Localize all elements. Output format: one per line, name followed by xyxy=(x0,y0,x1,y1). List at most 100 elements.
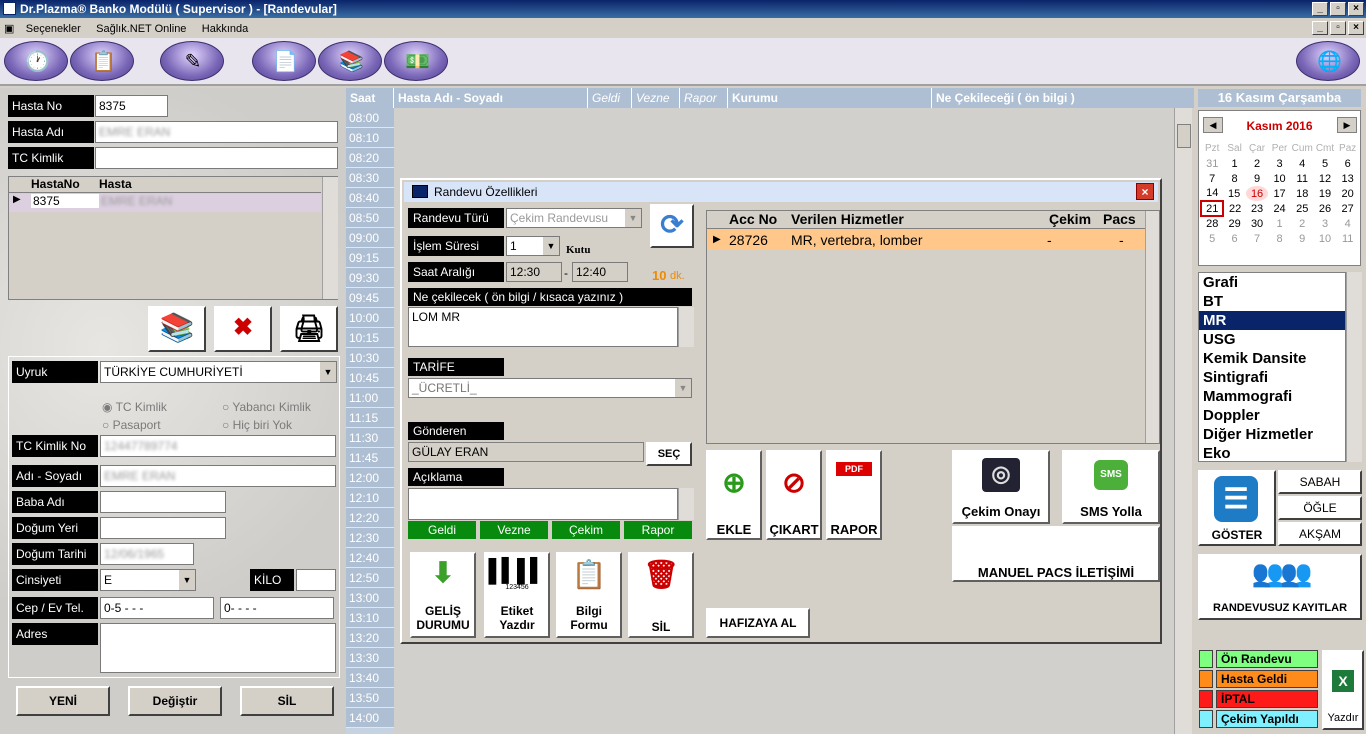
calendar-day[interactable]: 19 xyxy=(1314,186,1337,201)
calendar-day[interactable]: 29 xyxy=(1223,216,1245,231)
hasta-adi-input[interactable]: EMRE ERAN xyxy=(95,121,338,143)
aciklama-textarea[interactable] xyxy=(408,488,678,520)
menu-saglik-net[interactable]: Sağlık.NET Online xyxy=(90,19,192,39)
aciklama-scrollbar[interactable] xyxy=(678,488,694,520)
folders-tool-button[interactable]: 📚 xyxy=(318,41,382,81)
tarife-select[interactable]: _ÜCRETLİ_ ▼ xyxy=(408,378,692,398)
clock-tool-button[interactable]: 🕐 xyxy=(4,41,68,81)
saat-baslangic-input[interactable]: 12:30 xyxy=(506,262,562,282)
refresh-button[interactable]: ⟳ xyxy=(650,204,694,248)
menu-secenekler[interactable]: Seçenekler xyxy=(20,19,87,39)
radio-tc-kimlik[interactable]: ◉ TC Kimlik xyxy=(102,400,167,414)
calendar-day[interactable]: 7 xyxy=(1201,171,1223,186)
modality-item[interactable]: MR xyxy=(1199,311,1345,330)
tc-kimlik-input[interactable] xyxy=(95,147,338,169)
saat-bitis-input[interactable]: 12:40 xyxy=(572,262,628,282)
mdi-minimize-button[interactable]: _ xyxy=(1312,21,1328,35)
radio-pasaport[interactable]: ○ Pasaport xyxy=(102,418,161,432)
scrollbar-thumb[interactable] xyxy=(1177,124,1191,148)
tc-kimlik-no-input[interactable]: 12447789774 xyxy=(100,435,336,457)
calendar-day[interactable]: 13 xyxy=(1336,171,1359,186)
ev-tel-input[interactable]: 0- - - - xyxy=(220,597,334,619)
randevu-turu-select[interactable]: Çekim Randevusu ▼ xyxy=(506,208,642,228)
next-month-button[interactable]: ▶ xyxy=(1337,117,1357,133)
sabah-button[interactable]: SABAH xyxy=(1278,470,1362,494)
calendar-day[interactable]: 21 xyxy=(1199,200,1225,217)
patient-grid-scrollbar[interactable] xyxy=(322,177,338,299)
sil-button[interactable]: SİL xyxy=(240,686,334,716)
randevusuz-kayitlar-button[interactable]: 👥👥 RANDEVUSUZ KAYITLAR xyxy=(1198,554,1362,620)
adres-textarea[interactable] xyxy=(100,623,336,673)
mdi-icon[interactable]: ▣ xyxy=(0,19,16,39)
dialog-close-button[interactable]: × xyxy=(1136,183,1154,200)
calendar-day[interactable]: 8 xyxy=(1268,231,1290,246)
islem-suresi-select[interactable]: 1 ▼ xyxy=(506,236,560,256)
calendar-day[interactable]: 11 xyxy=(1336,231,1359,246)
close-button[interactable]: × xyxy=(1348,2,1364,16)
calendar-day[interactable]: 3 xyxy=(1314,216,1337,231)
cekim-onayi-button[interactable]: ◎ Çekim Onayı xyxy=(952,450,1050,524)
calendar-day[interactable]: 3 xyxy=(1268,156,1290,171)
modality-item[interactable]: USG xyxy=(1199,330,1345,349)
calendar-day[interactable]: 1 xyxy=(1223,156,1245,171)
bilgi-formu-button[interactable]: 📋 Bilgi Formu xyxy=(556,552,622,638)
report-tool-button[interactable]: 📄 xyxy=(252,41,316,81)
calendar-day[interactable]: 31 xyxy=(1201,156,1223,171)
uyruk-select[interactable]: TÜRKİYE CUMHURİYETİ ▼ xyxy=(100,361,337,383)
calendar-day[interactable]: 18 xyxy=(1291,186,1314,201)
calendar-day[interactable]: 6 xyxy=(1336,156,1359,171)
table-row[interactable]: ▶ 28726 MR, vertebra, lomber - - xyxy=(707,230,1145,250)
manuel-pacs-button[interactable]: MANUEL PACS İLETİŞİMİ xyxy=(952,526,1160,582)
calendar-day[interactable]: 11 xyxy=(1291,171,1314,186)
print-button[interactable]: 🖨 xyxy=(280,306,338,352)
calendar-day[interactable]: 14 xyxy=(1201,186,1223,201)
minimize-button[interactable]: _ xyxy=(1312,2,1328,16)
aksam-button[interactable]: AKŞAM xyxy=(1278,522,1362,546)
calendar-day[interactable]: 28 xyxy=(1201,216,1223,231)
pen-tool-button[interactable]: ✎ xyxy=(160,41,224,81)
yeni-button[interactable]: YENİ xyxy=(16,686,110,716)
sms-yolla-button[interactable]: SMS SMS Yolla xyxy=(1062,450,1160,524)
ne-cekilecek-scrollbar[interactable] xyxy=(678,307,694,347)
calendar-day[interactable]: 23 xyxy=(1246,201,1269,216)
dogum-tarihi-input[interactable]: 12/06/1965 xyxy=(100,543,194,565)
degistir-button[interactable]: Değiştir xyxy=(128,686,222,716)
calendar-day[interactable]: 26 xyxy=(1314,201,1337,216)
calendar-day[interactable]: 12 xyxy=(1314,171,1337,186)
calendar-day[interactable]: 9 xyxy=(1246,171,1269,186)
calendar-day[interactable]: 9 xyxy=(1291,231,1314,246)
hasta-no-input[interactable]: 8375 xyxy=(95,95,168,117)
archive-button[interactable]: 📚 xyxy=(148,306,206,352)
baba-adi-input[interactable] xyxy=(100,491,226,513)
calendar-day[interactable]: 25 xyxy=(1291,201,1314,216)
table-row[interactable]: ▶ 8375 EMRE ERAN xyxy=(9,194,321,212)
calendar-day[interactable]: 16 xyxy=(1245,186,1269,201)
menu-hakkinda[interactable]: Hakkında xyxy=(196,19,254,39)
calendar-day[interactable]: 27 xyxy=(1336,201,1359,216)
calendar-day[interactable]: 4 xyxy=(1291,156,1314,171)
exit-tool-button[interactable]: 🌐 xyxy=(1296,41,1360,81)
calendar-day[interactable]: 5 xyxy=(1201,231,1223,246)
calendar-day[interactable]: 4 xyxy=(1336,216,1359,231)
ne-cekilecek-textarea[interactable]: LOM MR xyxy=(408,307,678,347)
kilo-input[interactable] xyxy=(296,569,336,591)
cancel-record-button[interactable]: ✖ xyxy=(214,306,272,352)
modality-item[interactable]: BT xyxy=(1199,292,1345,311)
restore-button[interactable]: ▫ xyxy=(1330,2,1346,16)
calendar-day[interactable]: 10 xyxy=(1268,171,1290,186)
calendar-day[interactable]: 30 xyxy=(1246,216,1269,231)
ad-soyad-input[interactable]: EMRE ERAN xyxy=(100,465,336,487)
calendar-day[interactable]: 10 xyxy=(1314,231,1337,246)
modality-item[interactable]: Eko xyxy=(1199,444,1345,463)
mdi-close-button[interactable]: × xyxy=(1348,21,1364,35)
calendar-day[interactable]: 7 xyxy=(1246,231,1269,246)
radio-yabanci-kimlik[interactable]: ○ Yabancı Kimlik xyxy=(222,400,311,414)
calendar-day[interactable]: 22 xyxy=(1223,201,1245,216)
goster-button[interactable]: ☰ GÖSTER xyxy=(1198,470,1276,546)
calendar-day[interactable]: 8 xyxy=(1223,171,1245,186)
calendar-day[interactable]: 2 xyxy=(1291,216,1314,231)
randevu-sil-button[interactable]: 🗑 SİL xyxy=(628,552,694,638)
hafizaya-al-button[interactable]: HAFIZAYA AL xyxy=(706,608,810,638)
modality-item[interactable]: Kemik Dansite xyxy=(1199,349,1345,368)
calendar-day[interactable]: 5 xyxy=(1314,156,1337,171)
